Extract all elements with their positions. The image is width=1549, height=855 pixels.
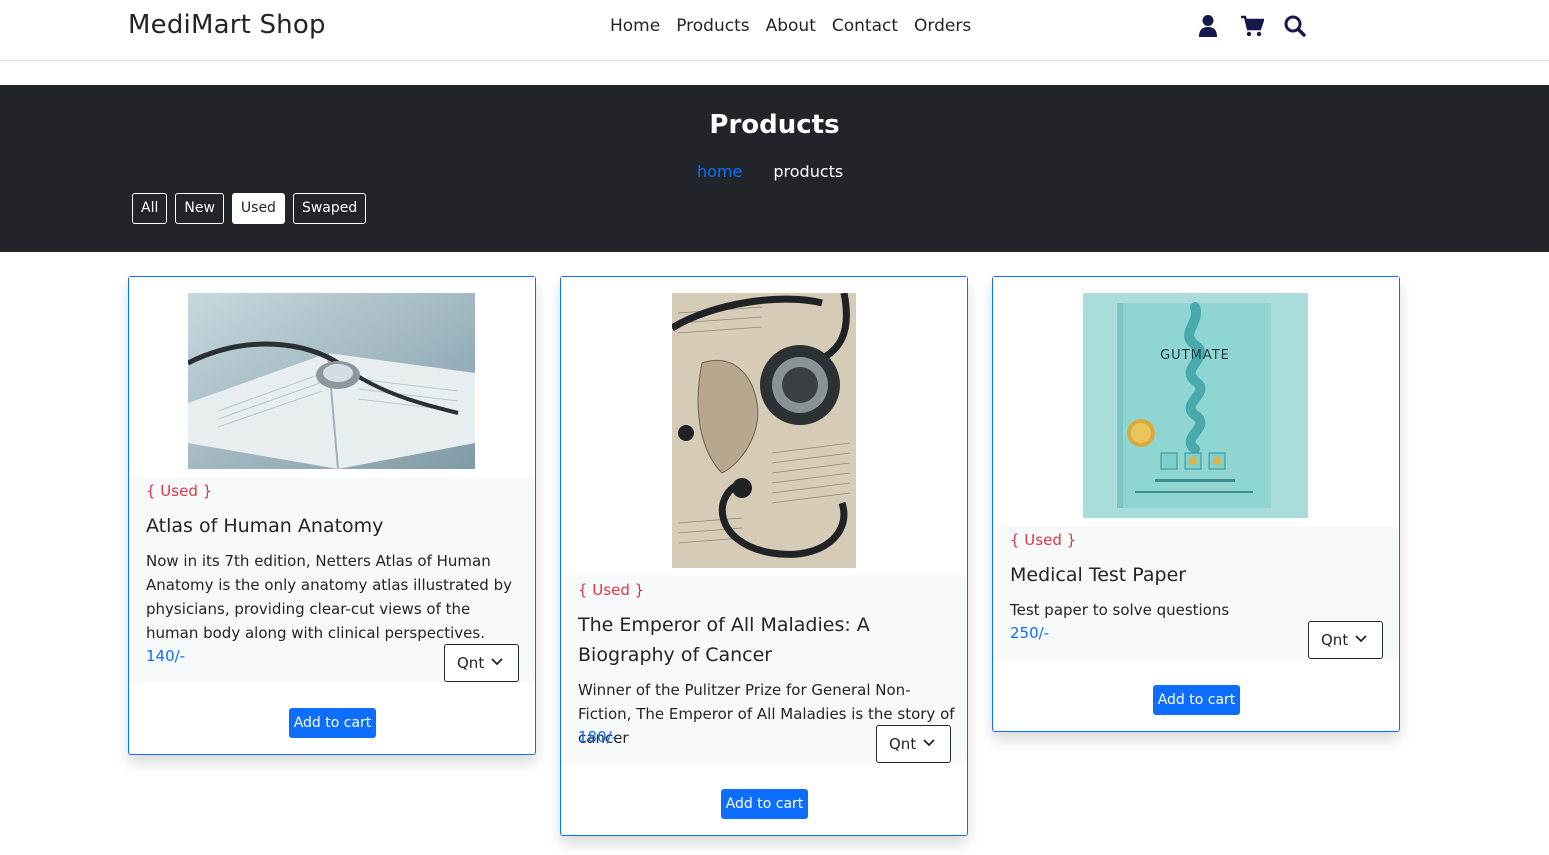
filter-swaped-button[interactable]: Swaped [292, 193, 367, 224]
product-condition: { Used } [578, 581, 645, 599]
product-description: Now in its 7th edition, Netters Atlas of… [146, 552, 512, 642]
add-to-cart-button[interactable]: Add to cart [289, 708, 376, 738]
breadcrumb-current: products [773, 162, 844, 181]
quantity-select-label: Qnt [1321, 631, 1349, 649]
product-card: { Used } Atlas of Human Anatomy Now in i… [128, 276, 536, 755]
product-image[interactable]: GUTMATE [1083, 293, 1308, 518]
brand-logo[interactable]: MediMart Shop [128, 10, 326, 40]
product-title: Medical Test Paper [1010, 564, 1187, 586]
product-condition: { Used } [146, 482, 213, 500]
breadcrumb: home products [697, 162, 843, 181]
cart-icon[interactable] [1240, 14, 1265, 38]
product-condition: { Used } [1010, 531, 1077, 549]
quantity-select[interactable]: Qnt [1308, 621, 1383, 659]
nav-contact[interactable]: Contact [832, 16, 898, 36]
nav-menu: Home Products About Contact Orders [610, 16, 971, 36]
cover-title-text: GUTMATE [1160, 348, 1230, 363]
chevron-down-icon [491, 658, 503, 666]
add-to-cart-button[interactable]: Add to cart [1153, 685, 1240, 715]
quantity-select[interactable]: Qnt [876, 725, 951, 763]
nav-orders[interactable]: Orders [914, 16, 971, 36]
product-price: 140/- [146, 647, 186, 665]
navbar: MediMart Shop Home Products About Contac… [0, 0, 1549, 61]
chevron-down-icon [923, 739, 935, 747]
product-price: 180/- [578, 728, 618, 746]
chevron-down-icon [1355, 635, 1367, 643]
product-card: { Used } The Emperor of All Maladies: A … [560, 276, 968, 836]
filter-used-button[interactable]: Used [231, 193, 285, 224]
add-to-cart-button[interactable]: Add to cart [721, 789, 808, 819]
nav-icons [1198, 14, 1306, 38]
page-header: Products home products All New Used Swap… [0, 85, 1549, 252]
filter-new-button[interactable]: New [175, 193, 224, 224]
product-price: 250/- [1010, 624, 1050, 642]
quantity-select[interactable]: Qnt [444, 644, 519, 682]
quantity-select-label: Qnt [889, 735, 917, 753]
nav-about[interactable]: About [766, 16, 816, 36]
nav-home[interactable]: Home [610, 16, 660, 36]
product-image[interactable] [672, 293, 856, 568]
breadcrumb-home[interactable]: home [697, 162, 742, 181]
user-icon[interactable] [1198, 14, 1220, 38]
product-image[interactable] [188, 293, 475, 469]
product-description: Test paper to solve questions [1010, 601, 1230, 619]
product-card: GUTMATE { Used } Medical Test Paper Test… [992, 276, 1400, 732]
product-title: Atlas of Human Anatomy [146, 515, 384, 537]
search-icon[interactable] [1284, 14, 1306, 38]
filter-all-button[interactable]: All [132, 193, 168, 224]
page-title: Products [709, 110, 840, 140]
product-title: The Emperor of All Maladies: A Biography… [578, 614, 870, 666]
filter-group: All New Used Swaped [132, 193, 367, 224]
nav-products[interactable]: Products [676, 16, 749, 36]
quantity-select-label: Qnt [457, 654, 485, 672]
